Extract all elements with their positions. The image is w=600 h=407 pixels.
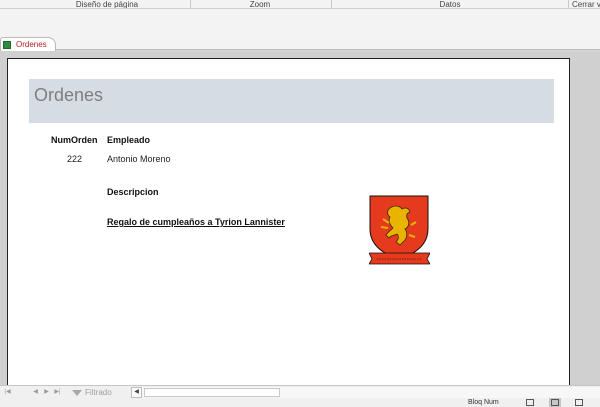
tab-label: Ordenes bbox=[16, 40, 47, 49]
report-view-button[interactable] bbox=[524, 398, 536, 407]
filter-icon bbox=[72, 389, 82, 396]
ribbon-separator bbox=[568, 0, 569, 8]
layout-view-button[interactable] bbox=[573, 398, 585, 407]
column-label-numorden: NumOrden bbox=[51, 135, 98, 145]
lannister-crest bbox=[369, 195, 430, 265]
ribbon-group-data: Datos bbox=[439, 0, 461, 9]
column-label-descripcion: Descripcion bbox=[107, 187, 159, 197]
field-numorden-value: 222 bbox=[67, 154, 83, 164]
ribbon-separator bbox=[331, 0, 332, 8]
ribbon-spacer bbox=[0, 9, 600, 35]
prev-record-icon[interactable]: ◀ bbox=[31, 388, 40, 397]
ribbon-group-page-design: Diseño de página bbox=[75, 0, 139, 9]
column-label-empleado: Empleado bbox=[107, 135, 151, 145]
num-lock-indicator: Bloq Num bbox=[468, 399, 499, 406]
tab-ordenes[interactable]: Ordenes bbox=[0, 37, 56, 51]
last-record-icon[interactable]: ▶| bbox=[53, 388, 62, 397]
scroll-left-icon[interactable]: ◀ bbox=[131, 387, 142, 398]
record-navigation-bar: |◀ ◀ ▶ ▶| Filtrado ◀ bbox=[0, 385, 600, 398]
layout-view-icon bbox=[575, 399, 583, 406]
report-page: Ordenes NumOrden Empleado 222 Antonio Mo… bbox=[7, 58, 570, 385]
horizontal-scroll-thumb[interactable] bbox=[144, 388, 280, 397]
first-record-icon[interactable]: |◀ bbox=[3, 388, 12, 397]
status-bar: Bloq Num bbox=[0, 398, 600, 407]
report-header-band: Ordenes bbox=[29, 79, 554, 123]
next-record-icon[interactable]: ▶ bbox=[42, 388, 51, 397]
print-preview-area[interactable]: Ordenes NumOrden Empleado 222 Antonio Mo… bbox=[0, 51, 600, 385]
filter-indicator[interactable]: Filtrado bbox=[72, 387, 112, 398]
report-title: Ordenes bbox=[34, 85, 104, 105]
print-preview-button[interactable] bbox=[549, 398, 561, 407]
report-view-icon bbox=[526, 399, 534, 406]
object-tab-bar: Ordenes bbox=[0, 35, 600, 51]
ribbon-group-close[interactable]: Cerrar v bbox=[572, 0, 600, 8]
ribbon-group-zoom: Zoom bbox=[249, 0, 271, 9]
field-empleado-value: Antonio Moreno bbox=[107, 154, 171, 164]
filter-label: Filtrado bbox=[85, 388, 112, 397]
ribbon-group-labels: Diseño de página Zoom Datos Cerrar v bbox=[0, 0, 600, 9]
print-preview-icon bbox=[551, 399, 559, 406]
table-icon bbox=[3, 40, 11, 49]
ribbon-separator bbox=[190, 0, 191, 8]
field-descripcion-value: Regalo de cumpleaños a Tyrion Lannister bbox=[107, 217, 285, 227]
